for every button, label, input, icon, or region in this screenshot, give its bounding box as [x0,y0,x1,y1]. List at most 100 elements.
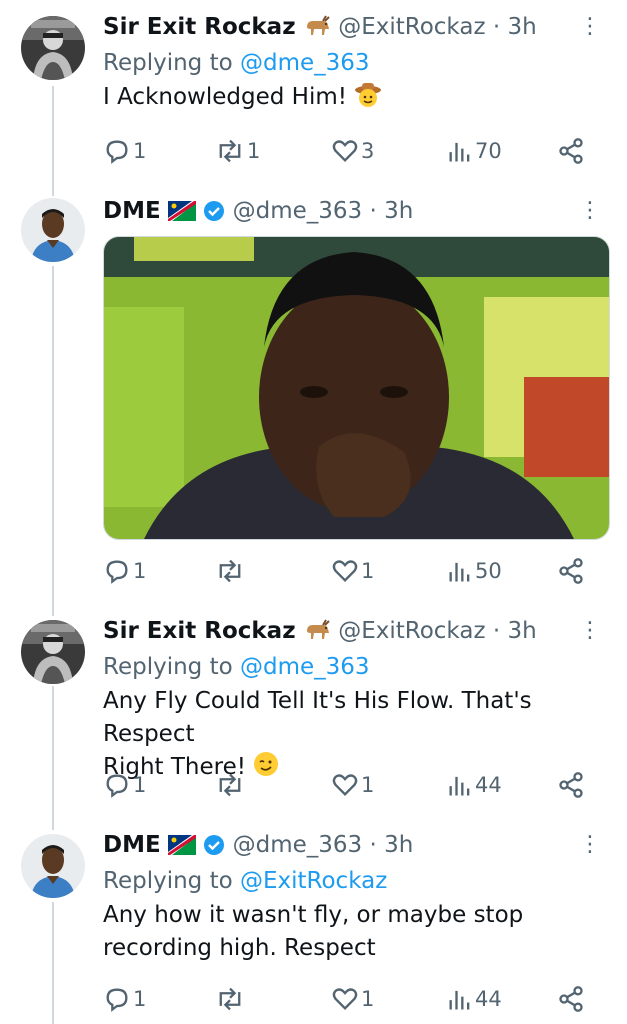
retweet-icon [219,773,241,797]
like-button[interactable]: 1 [331,982,374,1016]
display-name[interactable]: DME [103,832,161,858]
share-button[interactable] [557,982,585,1016]
reply-icon [106,988,128,1012]
reply-icon [106,774,128,798]
share-button[interactable] [557,768,585,802]
display-name[interactable]: Sir Exit Rockaz [103,14,296,40]
heart-icon [332,988,358,1010]
handle[interactable]: @dme_363 [233,832,363,858]
share-icon [559,772,583,798]
reply-icon [106,140,128,164]
namibia-flag-emoji [168,201,197,227]
retweet-button[interactable]: 1 [215,134,260,168]
tweet-text-line: recording high. Respect [103,935,376,961]
views-icon [449,562,470,582]
replying-to-label: Replying to [103,868,233,894]
reply-button[interactable]: 1 [103,982,146,1016]
goat-emoji [303,619,331,647]
view-count: 50 [475,559,502,583]
avatar[interactable] [21,198,85,262]
share-icon [559,138,583,164]
reply-mention-link[interactable]: @dme_363 [240,50,370,76]
photo-image [104,237,609,539]
view-count: 44 [475,773,502,797]
replying-to: Replying to @dme_363 [103,651,607,683]
handle[interactable]: @ExitRockaz [338,618,485,644]
more-options-icon[interactable]: ⋮ [579,832,601,858]
reply-count: 1 [133,987,147,1011]
handle[interactable]: @ExitRockaz [338,14,485,40]
reply-button[interactable]: 1 [103,768,146,802]
heart-icon [332,560,358,582]
tweet-text-line: Any how it wasn't fly, or maybe stop [103,902,524,928]
like-button[interactable]: 3 [331,134,374,168]
view-count: 44 [475,987,502,1011]
like-count: 1 [361,559,375,583]
timestamp[interactable]: · 3h [493,14,537,40]
views-button[interactable]: 44 [447,768,502,802]
like-count: 1 [361,773,375,797]
display-name[interactable]: DME [103,198,161,224]
display-name[interactable]: Sir Exit Rockaz [103,618,296,644]
share-button[interactable] [557,554,585,588]
tweet[interactable]: DME @dme_363 · 3h ⋮ Replying to @ExitRoc… [0,818,627,1024]
more-options-icon[interactable]: ⋮ [579,618,601,644]
tweet-text: Any how it wasn't fly, or maybe stop rec… [103,899,607,965]
views-button[interactable]: 70 [447,134,502,168]
verified-badge-icon [203,200,225,228]
views-button[interactable]: 44 [447,982,502,1016]
reply-mention-link[interactable]: @ExitRockaz [240,868,387,894]
reply-count: 1 [133,559,147,583]
like-count: 1 [361,987,375,1011]
heart-icon [332,774,358,796]
views-icon [449,142,470,162]
retweet-count: 1 [247,139,261,163]
share-icon [559,986,583,1012]
tweet-header: DME @dme_363 · 3h ⋮ [103,832,607,862]
tweet-photo[interactable] [103,236,610,540]
replying-to-label: Replying to [103,50,233,76]
avatar[interactable] [21,834,85,898]
tweet[interactable]: Sir Exit Rockaz @ExitRockaz · 3h ⋮ Reply… [0,0,627,190]
timestamp[interactable]: · 3h [370,198,414,224]
reply-icon [106,560,128,584]
replying-to: Replying to @dme_363 [103,47,607,79]
view-count: 70 [475,139,502,163]
reply-count: 1 [133,773,147,797]
avatar[interactable] [21,620,85,684]
avatar[interactable] [21,16,85,80]
retweet-icon [219,139,241,163]
views-button[interactable]: 50 [447,554,502,588]
heart-icon [332,140,358,162]
more-options-icon[interactable]: ⋮ [579,14,601,40]
timestamp[interactable]: · 3h [370,832,414,858]
tweet-header: DME @dme_363 · 3h ⋮ [103,198,607,228]
verified-badge-icon [203,834,225,862]
reply-count: 1 [133,139,147,163]
like-count: 3 [361,139,375,163]
handle[interactable]: @dme_363 [233,198,363,224]
replying-to: Replying to @ExitRockaz [103,865,607,897]
reply-mention-link[interactable]: @dme_363 [240,654,370,680]
tweet-text-content: I Acknowledged Him! [103,84,347,110]
tweet[interactable]: DME @dme_363 · 3h ⋮ 1 1 50 [0,190,627,600]
more-options-icon[interactable]: ⋮ [579,198,601,224]
reply-button[interactable]: 1 [103,134,146,168]
timestamp[interactable]: · 3h [493,618,537,644]
namibia-flag-emoji [168,835,197,861]
tweet-header: Sir Exit Rockaz @ExitRockaz · 3h ⋮ [103,618,607,648]
tweet-text-line: Any Fly Could Tell It's His Flow. That's… [103,688,532,747]
tweet-header: Sir Exit Rockaz @ExitRockaz · 3h ⋮ [103,14,607,44]
like-button[interactable]: 1 [331,768,374,802]
share-icon [559,558,583,584]
views-icon [449,990,470,1010]
tweet[interactable]: Sir Exit Rockaz @ExitRockaz · 3h ⋮ Reply… [0,604,627,814]
retweet-button[interactable] [215,554,247,588]
retweet-button[interactable] [215,768,247,802]
like-button[interactable]: 1 [331,554,374,588]
goat-emoji [303,15,331,43]
retweet-button[interactable] [215,982,247,1016]
retweet-icon [219,559,241,583]
reply-button[interactable]: 1 [103,554,146,588]
share-button[interactable] [557,134,585,168]
